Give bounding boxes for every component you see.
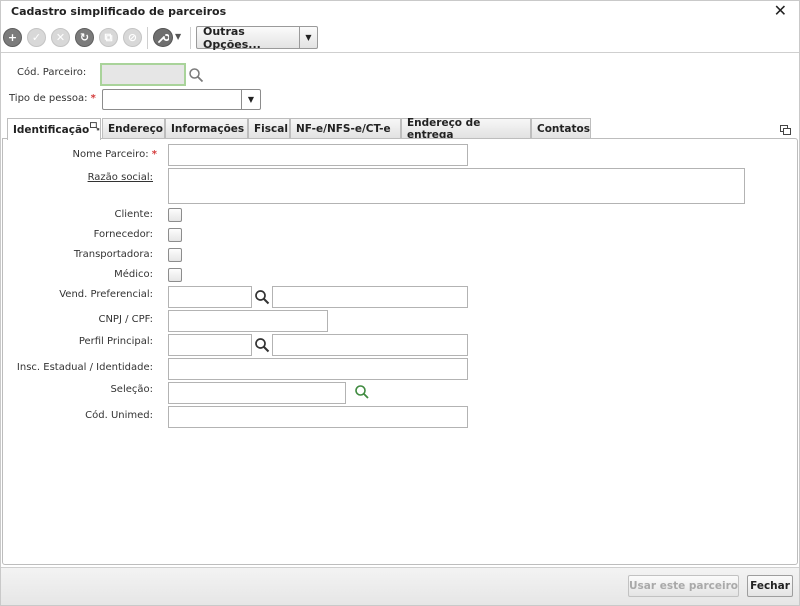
close-button[interactable]: Fechar bbox=[747, 575, 793, 597]
toolbar-divider bbox=[147, 27, 148, 49]
use-partner-button[interactable]: Usar este parceiro bbox=[628, 575, 739, 597]
razao-social-input[interactable] bbox=[168, 168, 745, 204]
cancel-button[interactable]: ✕ bbox=[51, 28, 70, 47]
tab-fiscal[interactable]: Fiscal bbox=[248, 118, 290, 139]
selecao-input[interactable] bbox=[168, 382, 346, 404]
close-icon[interactable]: ✕ bbox=[774, 2, 787, 20]
nome-parceiro-label: Nome Parceiro: * bbox=[72, 149, 157, 160]
partner-dialog: Cadastro simplificado de parceiros ✕ + ✓… bbox=[0, 0, 800, 606]
required-marker: * bbox=[151, 149, 157, 160]
cod-parceiro-label: Cód. Parceiro: bbox=[17, 67, 87, 78]
attach-button[interactable]: ⊘ bbox=[123, 28, 142, 47]
insc-estadual-input[interactable] bbox=[168, 358, 468, 380]
nome-parceiro-input[interactable] bbox=[168, 144, 468, 166]
vend-preferencial-label: Vend. Preferencial: bbox=[59, 289, 153, 300]
vend-preferencial-code-input[interactable] bbox=[168, 286, 252, 308]
tipo-pessoa-label: Tipo de pessoa: * bbox=[9, 93, 96, 104]
more-options-label: Outras Opções... bbox=[203, 24, 261, 51]
title-bar: Cadastro simplificado de parceiros ✕ bbox=[1, 1, 799, 23]
tab-endereco-entrega[interactable]: Endereço de entrega bbox=[401, 117, 531, 141]
search-icon[interactable] bbox=[354, 384, 370, 400]
more-options-button[interactable]: Outras Opções... ▼ bbox=[196, 24, 318, 51]
perfil-principal-code-input[interactable] bbox=[168, 334, 252, 356]
popout-icon[interactable] bbox=[90, 122, 100, 131]
selecao-label: Seleção: bbox=[110, 384, 153, 395]
chevron-down-icon[interactable]: ▼ bbox=[241, 90, 260, 109]
cod-unimed-label: Cód. Unimed: bbox=[85, 410, 153, 421]
fornecedor-label: Fornecedor: bbox=[93, 229, 153, 240]
refresh-button[interactable]: ↻ bbox=[75, 28, 94, 47]
maximize-icon[interactable] bbox=[780, 125, 791, 135]
tab-identificacao[interactable]: Identificação bbox=[7, 118, 101, 140]
dialog-footer: Usar este parceiro Fechar bbox=[1, 567, 799, 605]
tab-endereco[interactable]: Endereço bbox=[102, 118, 165, 139]
wrench-icon[interactable] bbox=[153, 28, 173, 47]
search-icon[interactable] bbox=[254, 337, 270, 353]
tab-contatos[interactable]: Contatos bbox=[531, 118, 591, 139]
razao-social-label[interactable]: Razão social: bbox=[88, 172, 153, 183]
perfil-principal-name-input[interactable] bbox=[272, 334, 468, 356]
medico-checkbox[interactable] bbox=[168, 268, 182, 282]
dialog-title: Cadastro simplificado de parceiros bbox=[11, 5, 227, 18]
toolbar: + ✓ ✕ ↻ ⧉ ⊘ ▼ Outras Opções... ▼ bbox=[1, 23, 799, 53]
perfil-principal-label: Perfil Principal: bbox=[78, 336, 153, 347]
tab-informacoes[interactable]: Informações bbox=[165, 118, 248, 139]
toolbar-divider bbox=[190, 27, 191, 49]
tab-label: Identificação bbox=[13, 123, 90, 136]
search-icon[interactable] bbox=[254, 289, 270, 305]
chevron-down-icon[interactable]: ▼ bbox=[175, 32, 181, 41]
cnpj-cpf-input[interactable] bbox=[168, 310, 328, 332]
tab-nfe[interactable]: NF-e/NFS-e/CT-e bbox=[290, 118, 401, 139]
fornecedor-checkbox[interactable] bbox=[168, 228, 182, 242]
confirm-button[interactable]: ✓ bbox=[27, 28, 46, 47]
cliente-label: Cliente: bbox=[114, 209, 153, 220]
cod-unimed-input[interactable] bbox=[168, 406, 468, 428]
search-icon[interactable] bbox=[188, 67, 204, 83]
vend-preferencial-name-input[interactable] bbox=[272, 286, 468, 308]
tipo-pessoa-select[interactable]: ▼ bbox=[102, 89, 261, 110]
transportadora-label: Transportadora: bbox=[73, 249, 153, 260]
cnpj-cpf-label: CNPJ / CPF: bbox=[98, 314, 153, 325]
insc-estadual-label: Insc. Estadual / Identidade: bbox=[16, 362, 153, 373]
chevron-down-icon[interactable]: ▼ bbox=[299, 27, 317, 48]
medico-label: Médico: bbox=[114, 269, 153, 280]
required-marker: * bbox=[90, 93, 96, 104]
cod-parceiro-input[interactable] bbox=[100, 63, 186, 86]
copy-button[interactable]: ⧉ bbox=[99, 28, 118, 47]
add-button[interactable]: + bbox=[3, 28, 22, 47]
cliente-checkbox[interactable] bbox=[168, 208, 182, 222]
transportadora-checkbox[interactable] bbox=[168, 248, 182, 262]
